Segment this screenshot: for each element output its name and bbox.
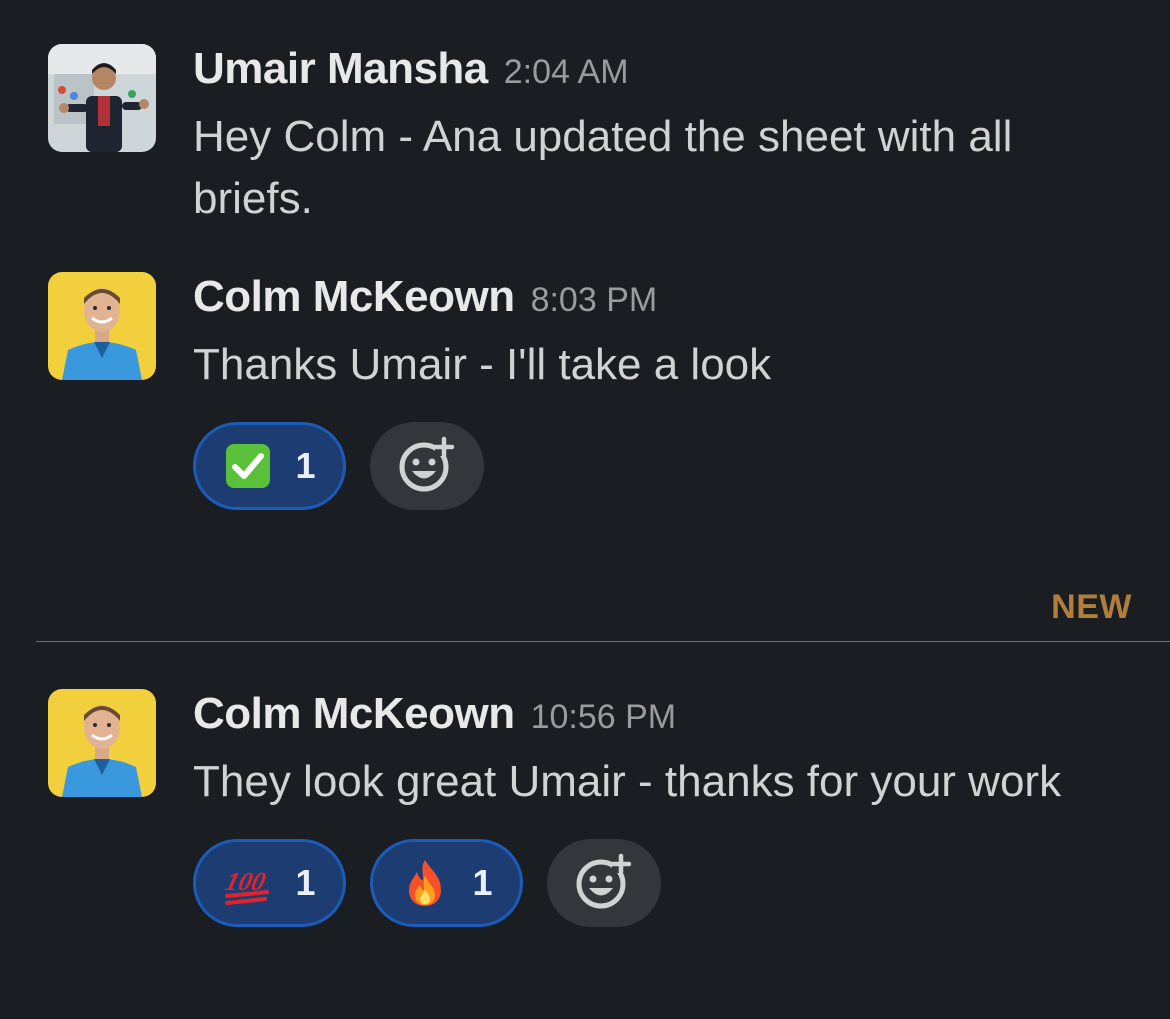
message-text: Thanks Umair - I'll take a look [193, 340, 772, 389]
message-list: Umair Mansha 2:04 AM Hey Colm - Ana upda… [0, 0, 1170, 1019]
reactions-bar: 100 1 1 [193, 839, 1110, 927]
new-messages-label: NEW [1051, 588, 1132, 626]
reaction-count: 1 [295, 445, 316, 486]
reaction-fire[interactable]: 1 [370, 839, 523, 927]
author-name[interactable]: Umair Mansha [193, 44, 488, 94]
timestamp[interactable]: 2:04 AM [504, 53, 629, 92]
timestamp[interactable]: 10:56 PM [531, 698, 677, 737]
add-reaction-icon [397, 434, 457, 499]
author-name[interactable]: Colm McKeown [193, 689, 515, 739]
reactions-bar: 1 [193, 422, 1110, 510]
reaction-hundred-points[interactable]: 100 1 [193, 839, 346, 927]
reaction-white-check-mark[interactable]: 1 [193, 422, 346, 510]
reaction-count: 1 [472, 862, 493, 903]
message-text: They look great Umair - thanks for your … [193, 757, 1062, 806]
fire-icon [400, 858, 450, 908]
new-messages-divider [36, 641, 1170, 642]
add-reaction-button[interactable] [547, 839, 661, 927]
author-name[interactable]: Colm McKeown [193, 272, 515, 322]
timestamp[interactable]: 8:03 PM [531, 281, 658, 320]
avatar[interactable] [48, 272, 156, 380]
reaction-count: 1 [295, 862, 316, 903]
white-check-mark-icon [223, 441, 273, 491]
avatar[interactable] [48, 44, 156, 152]
hundred-points-icon: 100 [223, 858, 273, 908]
avatar[interactable] [48, 689, 156, 797]
add-reaction-button[interactable] [370, 422, 484, 510]
message-text: Hey Colm - Ana updated the sheet with al… [193, 112, 1013, 223]
add-reaction-icon [574, 851, 634, 916]
